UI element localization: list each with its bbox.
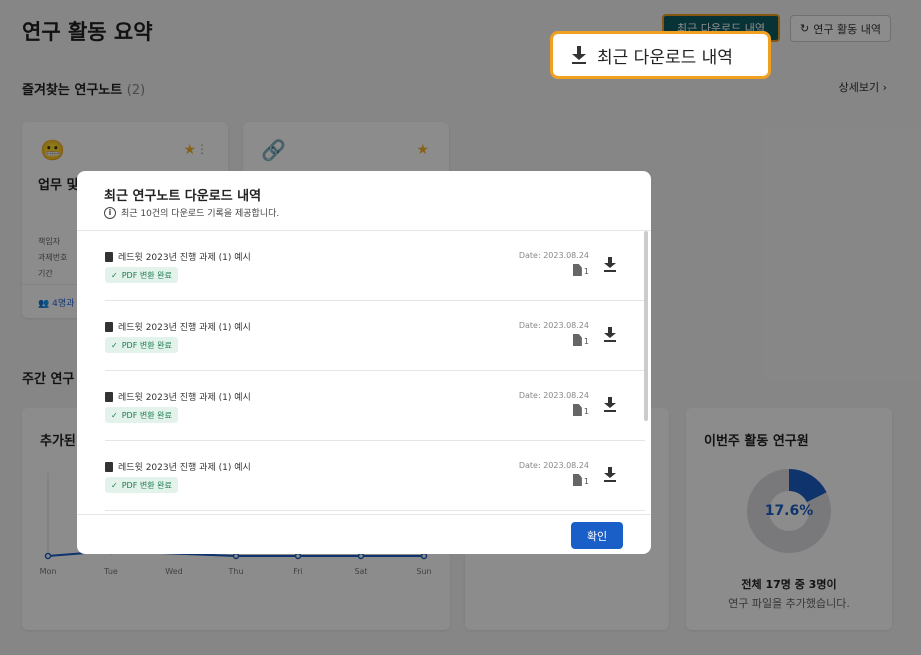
info-icon: i (104, 206, 116, 219)
item-pages: 1 (572, 474, 589, 486)
book-icon (105, 461, 113, 472)
item-date: Date: 2023.08.24 (518, 461, 589, 470)
document-icon (572, 474, 582, 486)
item-date: Date: 2023.08.24 (518, 321, 589, 330)
download-icon[interactable] (603, 325, 617, 343)
status-text: PDF 변환 완료 (121, 480, 172, 490)
check-icon: ✓ (111, 340, 118, 350)
item-pages: 1 (572, 264, 589, 276)
item-name-text: 레드윗 2023년 진행 과제 (1) 예시 (118, 323, 251, 333)
callout-label: 최근 다운로드 내역 (597, 47, 733, 68)
item-name: 레드윗 2023년 진행 과제 (1) 예시 (105, 390, 251, 403)
status-badge: ✓ PDF 변환 완료 (105, 477, 178, 493)
item-name-text: 레드윗 2023년 진행 과제 (1) 예시 (118, 463, 251, 473)
modal-info-text: 최근 10건의 다운로드 기록을 제공합니다. (121, 209, 280, 219)
download-item: 레드윗 2023년 진행 과제 (1) 예시 ✓ PDF 변환 완료 Date:… (105, 231, 645, 301)
status-badge: ✓ PDF 변환 완료 (105, 337, 178, 353)
confirm-button[interactable]: 확인 (571, 522, 623, 549)
status-text: PDF 변환 완료 (121, 340, 172, 350)
book-icon (105, 321, 113, 332)
item-date: Date: 2023.08.24 (518, 391, 589, 400)
modal-header: 최근 연구노트 다운로드 내역 i 최근 10건의 다운로드 기록을 제공합니다… (77, 171, 651, 231)
page-count: 1 (583, 267, 589, 276)
download-history-modal: 최근 연구노트 다운로드 내역 i 최근 10건의 다운로드 기록을 제공합니다… (77, 171, 651, 554)
download-icon[interactable] (603, 395, 617, 413)
modal-info: i 최근 10건의 다운로드 기록을 제공합니다. (104, 206, 279, 219)
book-icon (105, 251, 113, 262)
download-callout: 최근 다운로드 내역 (550, 31, 771, 79)
download-icon[interactable] (603, 465, 617, 483)
modal-title: 최근 연구노트 다운로드 내역 (104, 189, 262, 204)
check-icon: ✓ (111, 480, 118, 490)
status-badge: ✓ PDF 변환 완료 (105, 407, 178, 423)
modal-footer: 확인 (77, 514, 651, 554)
download-item: 레드윗 2023년 진행 과제 (1) 예시 ✓ PDF 변환 완료 Date:… (105, 371, 645, 441)
page-count: 1 (583, 407, 589, 416)
item-name: 레드윗 2023년 진행 과제 (1) 예시 (105, 320, 251, 333)
download-icon[interactable] (603, 255, 617, 273)
item-pages: 1 (572, 404, 589, 416)
document-icon (572, 334, 582, 346)
download-icon (572, 46, 586, 64)
document-icon (572, 404, 582, 416)
page-count: 1 (583, 477, 589, 486)
download-item: 레드윗 2023년 진행 과제 (1) 예시 ✓ PDF 변환 완료 Date:… (105, 441, 645, 511)
status-badge: ✓ PDF 변환 완료 (105, 267, 178, 283)
item-date: Date: 2023.08.24 (518, 251, 589, 260)
item-name: 레드윗 2023년 진행 과제 (1) 예시 (105, 460, 251, 473)
status-text: PDF 변환 완료 (121, 270, 172, 280)
item-name-text: 레드윗 2023년 진행 과제 (1) 예시 (118, 393, 251, 403)
item-name-text: 레드윗 2023년 진행 과제 (1) 예시 (118, 253, 251, 263)
book-icon (105, 391, 113, 402)
check-icon: ✓ (111, 410, 118, 420)
check-icon: ✓ (111, 270, 118, 280)
download-list[interactable]: 레드윗 2023년 진행 과제 (1) 예시 ✓ PDF 변환 완료 Date:… (105, 231, 645, 514)
page-count: 1 (583, 337, 589, 346)
download-item: 레드윗 2023년 진행 과제 (1) 예시 ✓ PDF 변환 완료 Date:… (105, 301, 645, 371)
document-icon (572, 264, 582, 276)
modal-scrollbar[interactable] (644, 231, 648, 421)
item-name: 레드윗 2023년 진행 과제 (1) 예시 (105, 250, 251, 263)
item-pages: 1 (572, 334, 589, 346)
status-text: PDF 변환 완료 (121, 410, 172, 420)
